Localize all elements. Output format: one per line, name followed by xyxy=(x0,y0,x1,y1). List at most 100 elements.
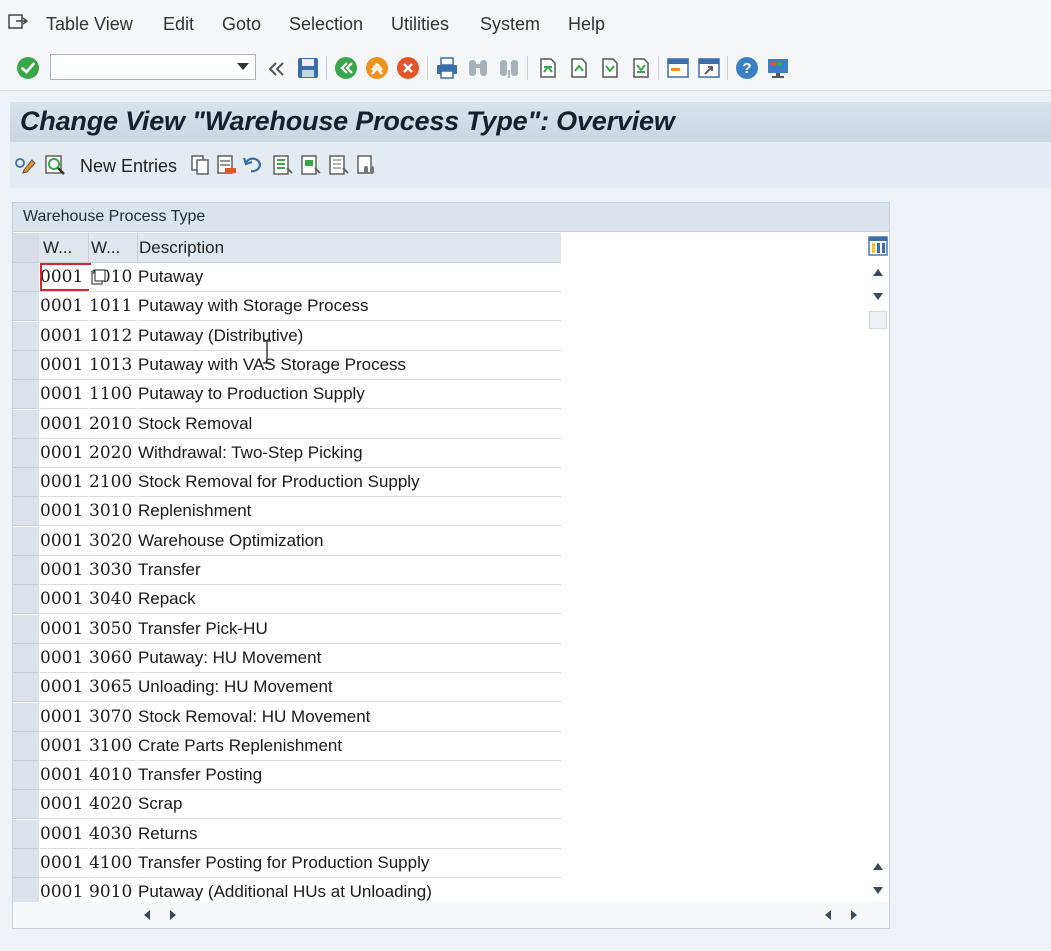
row-selector[interactable] xyxy=(13,643,39,673)
cell-process-type[interactable]: 3070 xyxy=(89,702,137,732)
next-page-icon[interactable] xyxy=(597,56,621,80)
row-selector[interactable] xyxy=(13,350,39,380)
cell-description[interactable]: Replenishment xyxy=(138,497,561,527)
row-selector[interactable] xyxy=(13,556,39,585)
row-selector[interactable] xyxy=(13,263,39,292)
cell-process-type[interactable]: 3060 xyxy=(89,643,137,673)
new-session-icon[interactable] xyxy=(666,56,690,80)
cell-process-type[interactable]: 4020 xyxy=(89,790,137,820)
row-selector[interactable] xyxy=(13,497,39,527)
cell-process-type[interactable]: 4010 xyxy=(89,761,137,791)
table-row[interactable]: 0001 3065 Unloading: HU Movement xyxy=(13,673,561,703)
row-selector[interactable] xyxy=(13,321,39,351)
cell-warehouse[interactable]: 0001 xyxy=(40,380,88,410)
cancel-icon[interactable] xyxy=(396,56,420,80)
row-selector[interactable] xyxy=(13,614,39,644)
vertical-scrollbar[interactable] xyxy=(868,263,888,903)
cell-description[interactable]: Warehouse Optimization xyxy=(138,526,561,556)
table-row[interactable]: 0001 3070 Stock Removal: HU Movement xyxy=(13,702,561,732)
menu-help[interactable]: Help xyxy=(568,14,605,35)
cell-warehouse[interactable]: 0001 xyxy=(40,790,88,820)
save-icon[interactable] xyxy=(296,56,320,80)
cell-description[interactable]: Withdrawal: Two-Step Picking xyxy=(138,438,561,468)
row-selector[interactable] xyxy=(13,761,39,791)
table-row[interactable]: 0001 3010 Replenishment xyxy=(13,497,561,527)
row-selector[interactable] xyxy=(13,438,39,468)
cell-process-type[interactable]: 1100 xyxy=(89,380,137,410)
table-row[interactable]: 0001 1100 Putaway to Production Supply xyxy=(13,380,561,410)
last-page-icon[interactable] xyxy=(628,56,652,80)
table-row[interactable]: 0001 2020 Withdrawal: Two-Step Picking xyxy=(13,438,561,468)
cell-description[interactable]: Repack xyxy=(138,585,561,615)
cell-process-type[interactable]: 2020 xyxy=(89,438,137,468)
where-used-icon[interactable] xyxy=(44,154,66,176)
previous-page-icon[interactable] xyxy=(566,56,590,80)
cell-process-type[interactable]: 2010 xyxy=(89,409,137,439)
table-row[interactable]: 0001 3020 Warehouse Optimization xyxy=(13,526,561,556)
cell-warehouse[interactable]: 0001 xyxy=(40,556,88,585)
table-row[interactable]: 0001 1010 Putaway xyxy=(13,263,561,292)
cell-warehouse[interactable]: 0001 xyxy=(40,292,88,322)
cell-process-type[interactable]: 3010 xyxy=(89,497,137,527)
scroll-down-icon[interactable] xyxy=(873,293,883,300)
table-row[interactable]: 0001 4030 Returns xyxy=(13,819,561,849)
cell-warehouse[interactable]: 0001 xyxy=(40,497,88,527)
cell-warehouse[interactable]: 0001 xyxy=(40,468,88,498)
cell-warehouse[interactable]: 0001 xyxy=(40,614,88,644)
cell-warehouse[interactable]: 0001 xyxy=(40,702,88,732)
scroll-left-icon[interactable] xyxy=(144,910,150,920)
cell-description[interactable]: Transfer xyxy=(138,556,561,585)
command-field[interactable] xyxy=(50,54,256,80)
table-row[interactable]: 0001 3030 Transfer xyxy=(13,556,561,585)
cell-process-type[interactable]: 3030 xyxy=(89,556,137,585)
cell-warehouse[interactable]: 0001 xyxy=(40,673,88,703)
chevron-down-icon[interactable] xyxy=(237,63,249,70)
cell-warehouse[interactable]: 0001 xyxy=(40,409,88,439)
find-next-icon[interactable] xyxy=(497,56,521,80)
cell-process-type[interactable]: 3020 xyxy=(89,526,137,556)
row-selector[interactable] xyxy=(13,849,39,878)
double-chevron-left-icon[interactable] xyxy=(264,57,288,81)
table-row[interactable]: 0001 3060 Putaway: HU Movement xyxy=(13,643,561,673)
cell-description[interactable]: Putaway to Production Supply xyxy=(138,380,561,410)
cell-warehouse[interactable]: 0001 xyxy=(40,585,88,615)
row-selector[interactable] xyxy=(13,673,39,703)
cell-process-type[interactable]: 1011 xyxy=(89,292,137,322)
row-selector[interactable] xyxy=(13,585,39,615)
menu-exit-icon[interactable] xyxy=(8,13,28,31)
find-entries-icon[interactable] xyxy=(356,154,378,176)
first-page-icon[interactable] xyxy=(535,56,559,80)
scroll-down-icon[interactable] xyxy=(873,887,883,894)
cell-process-type[interactable]: 3040 xyxy=(89,585,137,615)
row-selector[interactable] xyxy=(13,819,39,849)
menu-system[interactable]: System xyxy=(480,14,540,35)
cell-description[interactable]: Transfer Posting for Production Supply xyxy=(138,849,561,878)
help-icon[interactable]: ? xyxy=(735,56,759,80)
back-icon[interactable] xyxy=(334,56,358,80)
cell-description[interactable]: Stock Removal xyxy=(138,409,561,439)
table-row[interactable]: 0001 1012 Putaway (Distributive) xyxy=(13,321,561,351)
cell-process-type[interactable]: 4030 xyxy=(89,819,137,849)
row-selector[interactable] xyxy=(13,468,39,498)
row-selector[interactable] xyxy=(13,731,39,761)
table-row[interactable]: 0001 2100 Stock Removal for Production Sup… xyxy=(13,468,561,498)
cell-process-type[interactable]: 1013 xyxy=(89,350,137,380)
copy-row-icon[interactable] xyxy=(91,269,107,285)
scroll-thumb[interactable] xyxy=(869,311,887,329)
table-row[interactable]: 0001 4010 Transfer Posting xyxy=(13,761,561,791)
cell-description[interactable]: Putaway (Distributive) xyxy=(138,321,561,351)
table-row[interactable]: 0001 2010 Stock Removal xyxy=(13,409,561,439)
cell-description[interactable]: Transfer Pick-HU xyxy=(138,614,561,644)
cell-process-type[interactable]: 3065 xyxy=(89,673,137,703)
cell-warehouse[interactable]: 0001 xyxy=(40,731,88,761)
table-row[interactable]: 0001 3050 Transfer Pick-HU xyxy=(13,614,561,644)
row-selector[interactable] xyxy=(13,790,39,820)
select-all-rows-button[interactable] xyxy=(13,233,39,262)
cell-process-type[interactable]: 2100 xyxy=(89,468,137,498)
scroll-up-icon[interactable] xyxy=(873,269,883,276)
cell-process-type[interactable]: 1012 xyxy=(89,321,137,351)
cell-description[interactable]: Putaway with Storage Process xyxy=(138,292,561,322)
row-selector[interactable] xyxy=(13,702,39,732)
row-selector[interactable] xyxy=(13,380,39,410)
cell-description[interactable]: Scrap xyxy=(138,790,561,820)
